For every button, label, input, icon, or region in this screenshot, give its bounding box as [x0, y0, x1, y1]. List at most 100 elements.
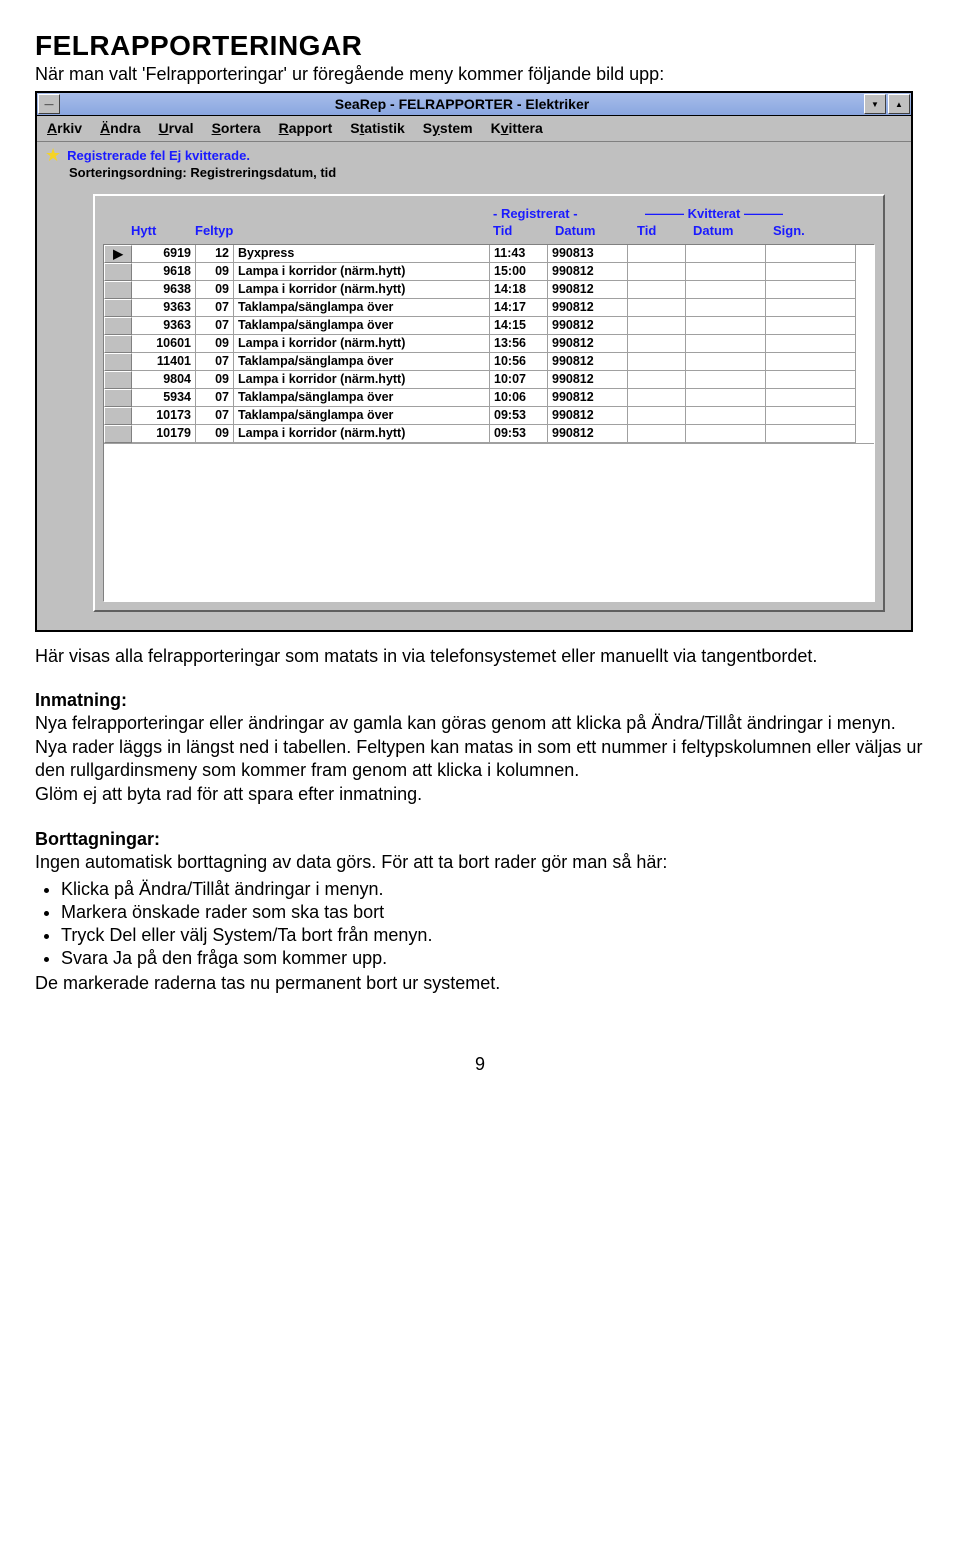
grid-panel: - Registrerat - ——— Kvitterat ——— Hytt F…	[93, 194, 885, 612]
cell-sign	[766, 353, 856, 371]
cell-ktid	[628, 281, 686, 299]
borttagningar-title: Borttagningar:	[35, 829, 160, 849]
group-header-kvitterat: ——— Kvitterat ———	[645, 206, 875, 221]
cell-sign	[766, 371, 856, 389]
cell-desc: Taklampa/sänglampa över	[234, 353, 490, 371]
col-tid: Tid	[493, 223, 555, 238]
cell-desc: Taklampa/sänglampa över	[234, 299, 490, 317]
cell-tid: 13:56	[490, 335, 548, 353]
cell-hytt: 9638	[132, 281, 196, 299]
cell-desc: Taklampa/sänglampa över	[234, 407, 490, 425]
cell-ktid	[628, 425, 686, 443]
cell-tid: 09:53	[490, 407, 548, 425]
col-sign: Sign.	[773, 223, 833, 238]
data-grid[interactable]: ▶691912Byxpress11:43990813961809Lampa i …	[103, 244, 875, 602]
cell-ktid	[628, 371, 686, 389]
cell-hytt: 6919	[132, 245, 196, 263]
cell-datum: 990812	[548, 389, 628, 407]
cell-feltyp: 09	[196, 335, 234, 353]
row-selector	[104, 281, 132, 299]
row-selector	[104, 371, 132, 389]
menu-ändra[interactable]: Ändra	[100, 120, 140, 136]
table-row[interactable]: 936307Taklampa/sänglampa över14:15990812	[104, 317, 874, 335]
cell-datum: 990812	[548, 281, 628, 299]
table-row[interactable]: 1017909Lampa i korridor (närm.hytt)09:53…	[104, 425, 874, 443]
menu-statistik[interactable]: Statistik	[350, 120, 404, 136]
cell-ktid	[628, 353, 686, 371]
cell-tid: 10:56	[490, 353, 548, 371]
menu-rapport[interactable]: Rapport	[279, 120, 333, 136]
group-header-registrerat: - Registrerat -	[493, 206, 645, 221]
cell-kdatum	[686, 389, 766, 407]
cell-feltyp: 09	[196, 425, 234, 443]
cell-sign	[766, 245, 856, 263]
cell-sign	[766, 425, 856, 443]
row-selector	[104, 263, 132, 281]
table-row[interactable]: 980409Lampa i korridor (närm.hytt)10:079…	[104, 371, 874, 389]
cell-feltyp: 07	[196, 317, 234, 335]
cell-datum: 990812	[548, 353, 628, 371]
cell-kdatum	[686, 263, 766, 281]
col-hytt: Hytt	[131, 223, 195, 238]
col-ktid: Tid	[637, 223, 693, 238]
cell-hytt: 9363	[132, 317, 196, 335]
column-headers: Hytt Feltyp Tid Datum Tid Datum Sign.	[103, 223, 875, 244]
cell-desc: Taklampa/sänglampa över	[234, 389, 490, 407]
menu-system[interactable]: System	[423, 120, 473, 136]
cell-datum: 990812	[548, 263, 628, 281]
inmatning-title: Inmatning:	[35, 690, 127, 710]
cell-kdatum	[686, 407, 766, 425]
list-item: Tryck Del eller välj System/Ta bort från…	[61, 925, 925, 946]
cell-desc: Lampa i korridor (närm.hytt)	[234, 335, 490, 353]
col-kdatum: Datum	[693, 223, 773, 238]
cell-hytt: 9804	[132, 371, 196, 389]
cell-kdatum	[686, 425, 766, 443]
cell-ktid	[628, 245, 686, 263]
row-selector	[104, 317, 132, 335]
row-selector	[104, 407, 132, 425]
cell-tid: 14:15	[490, 317, 548, 335]
table-row[interactable]: 1140107Taklampa/sänglampa över10:5699081…	[104, 353, 874, 371]
cell-tid: 09:53	[490, 425, 548, 443]
table-row[interactable]: 936307Taklampa/sänglampa över14:17990812	[104, 299, 874, 317]
row-selector	[104, 425, 132, 443]
page-title: FELRAPPORTERINGAR	[35, 30, 925, 62]
cell-feltyp: 09	[196, 371, 234, 389]
borttagningar-list: Klicka på Ändra/Tillåt ändringar i menyn…	[35, 879, 925, 969]
table-row[interactable]: 963809Lampa i korridor (närm.hytt)14:189…	[104, 281, 874, 299]
cell-sign	[766, 263, 856, 281]
cell-desc: Lampa i korridor (närm.hytt)	[234, 281, 490, 299]
menu-sortera[interactable]: Sortera	[212, 120, 261, 136]
cell-ktid	[628, 389, 686, 407]
table-row[interactable]: 1060109Lampa i korridor (närm.hytt)13:56…	[104, 335, 874, 353]
minimize-button[interactable]	[864, 94, 886, 114]
table-row[interactable]: 1017307Taklampa/sänglampa över09:5399081…	[104, 407, 874, 425]
table-row[interactable]: 961809Lampa i korridor (närm.hytt)15:009…	[104, 263, 874, 281]
menu-arkiv[interactable]: Arkiv	[47, 120, 82, 136]
cell-hytt: 10601	[132, 335, 196, 353]
inmatning-body2: Glöm ej att byta rad för att spara efter…	[35, 784, 422, 804]
cell-tid: 14:18	[490, 281, 548, 299]
menu-urval[interactable]: Urval	[159, 120, 194, 136]
cell-datum: 990812	[548, 407, 628, 425]
maximize-button[interactable]	[888, 94, 910, 114]
table-row[interactable]: ▶691912Byxpress11:43990813	[104, 245, 874, 263]
menu-kvittera[interactable]: Kvittera	[491, 120, 543, 136]
cell-hytt: 9618	[132, 263, 196, 281]
cell-hytt: 10173	[132, 407, 196, 425]
borttagningar-closing: De markerade raderna tas nu permanent bo…	[35, 973, 925, 994]
cell-tid: 10:07	[490, 371, 548, 389]
table-row[interactable]: 593407Taklampa/sänglampa över10:06990812	[104, 389, 874, 407]
cell-desc: Lampa i korridor (närm.hytt)	[234, 425, 490, 443]
cell-sign	[766, 389, 856, 407]
cell-desc: Lampa i korridor (närm.hytt)	[234, 371, 490, 389]
cell-feltyp: 07	[196, 353, 234, 371]
cell-tid: 10:06	[490, 389, 548, 407]
cell-feltyp: 09	[196, 281, 234, 299]
cell-kdatum	[686, 245, 766, 263]
cell-hytt: 10179	[132, 425, 196, 443]
titlebar: SeaRep - FELRAPPORTER - Elektriker	[37, 93, 911, 116]
row-selector	[104, 389, 132, 407]
list-item: Markera önskade rader som ska tas bort	[61, 902, 925, 923]
system-menu-icon[interactable]	[38, 94, 60, 114]
